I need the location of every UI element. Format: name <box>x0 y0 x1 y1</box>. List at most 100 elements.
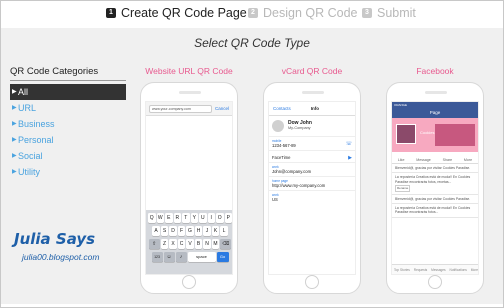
nav-title: Info <box>310 106 319 111</box>
category-personal[interactable]: ▶ Personal <box>10 132 126 148</box>
template-label-vcard[interactable]: vCard QR Code <box>257 66 367 76</box>
onscreen-keyboard: Q W E R T Y U I O P A S D F G H J K L ⇧ … <box>146 210 232 274</box>
feed-post: Bienvenid@, gracias por visitar Cookies … <box>392 164 478 174</box>
category-url[interactable]: ▶ URL <box>10 100 126 116</box>
numbers-key: 123 <box>151 252 163 262</box>
contact-header: Dow John My-Company <box>269 116 355 136</box>
key: P <box>224 213 232 223</box>
tab-requests: Requests <box>413 267 428 272</box>
message-icon: ☏ <box>345 141 352 147</box>
template-label-website-url[interactable]: Website URL QR Code <box>134 66 244 76</box>
step-number: 1 <box>106 8 116 18</box>
contact-field: FaceTime ▶ <box>269 150 355 162</box>
category-business[interactable]: ▶ Business <box>10 116 126 132</box>
phone-speaker <box>302 91 324 94</box>
key: L <box>220 226 228 236</box>
post-text: Bienvenid@, gracias por visitar Cookies … <box>395 196 471 201</box>
key: R <box>173 213 181 223</box>
arrow-icon: ▶ <box>12 153 17 159</box>
contact-nav-bar: Contacts Info <box>269 102 355 116</box>
post-text: Bienvenid@, gracias por visitar Cookies … <box>395 166 471 170</box>
home-button <box>305 275 319 289</box>
wizard-steps: 1 Create QR Code Page 2 Design QR Code 3… <box>0 6 504 26</box>
field-value: FaceTime <box>272 155 291 160</box>
facebook-template-card[interactable]: ORANGE Page Cookies Like Message Share M… <box>386 82 484 294</box>
key: Q <box>148 213 156 223</box>
key: I <box>207 213 215 223</box>
post-button: Rename <box>395 185 411 192</box>
backspace-icon: ⌫ <box>220 239 232 249</box>
website-url-template-card[interactable]: www.your-company.com Cancel Q W E R T Y … <box>140 82 238 294</box>
contact-field: home page http://www.my-company.com <box>269 176 355 190</box>
post-text: La repostería Creativa está de moda!! En… <box>395 206 471 215</box>
watermark-url: julia00.blogspot.com <box>22 252 100 262</box>
category-social[interactable]: ▶ Social <box>10 148 126 164</box>
key: U <box>199 213 207 223</box>
globe-icon: ☺ <box>163 252 175 262</box>
tab-messages: Messages <box>431 267 446 272</box>
field-value: John@company.com <box>272 169 312 174</box>
contact-company: My-Company <box>288 126 311 130</box>
contact-field: work US <box>269 190 355 204</box>
page-name: Cookies <box>420 130 435 135</box>
category-label: Social <box>18 151 43 161</box>
step-label: Create QR Code Page <box>121 6 247 20</box>
microphone-icon: ♪ <box>175 252 187 262</box>
phone-screen: www.your-company.com Cancel Q W E R T Y … <box>145 101 233 275</box>
step-design-qr-code[interactable]: 2 Design QR Code <box>248 6 358 20</box>
keyboard-row: ⇧ Z X C V B N M ⌫ <box>147 239 232 249</box>
arrow-icon: ▶ <box>12 137 17 143</box>
key: S <box>160 226 169 236</box>
key: M <box>211 239 220 249</box>
category-label: Business <box>18 119 55 129</box>
keyboard-row: 123 ☺ ♪ space Go <box>147 252 232 262</box>
field-value: US <box>272 197 278 202</box>
key: H <box>194 226 203 236</box>
step-label: Submit <box>377 6 416 20</box>
watermark-title: Julia Says <box>14 230 96 248</box>
feed-post: La repostería Creativa está de moda!! En… <box>392 173 478 195</box>
key: Y <box>190 213 198 223</box>
key: B <box>194 239 203 249</box>
step-number: 3 <box>362 8 372 18</box>
key: T <box>182 213 190 223</box>
facebook-tab-bar: Top Stories Requests Messages Notificati… <box>392 264 479 274</box>
category-utility[interactable]: ▶ Utility <box>10 164 126 180</box>
vcard-template-card[interactable]: Contacts Info Dow John My-Company mobile… <box>263 82 361 294</box>
step-number: 2 <box>248 8 258 18</box>
key: X <box>169 239 177 249</box>
more-action: More <box>463 158 473 162</box>
facebook-nav-bar: Page <box>392 108 478 118</box>
keyboard-row: A S D F G H J K L <box>147 226 232 236</box>
space-key: space <box>187 252 216 262</box>
like-action: Like <box>397 158 405 162</box>
step-submit[interactable]: 3 Submit <box>362 6 416 20</box>
step-create-qr-page[interactable]: 1 Create QR Code Page <box>106 6 247 20</box>
category-label: URL <box>18 103 37 113</box>
phone-screen: Contacts Info Dow John My-Company mobile… <box>268 101 356 275</box>
go-key: Go <box>216 252 229 262</box>
key: G <box>186 226 194 236</box>
profile-picture <box>396 124 416 144</box>
field-value: 1234-567-89 <box>272 143 296 148</box>
tab-notifications: Notifications <box>449 267 467 272</box>
cover-image <box>435 124 475 146</box>
arrow-icon: ▶ <box>12 105 17 111</box>
back-link: Contacts <box>273 106 291 111</box>
category-all[interactable]: ▶ All <box>10 84 126 100</box>
field-value: http://www.my-company.com <box>272 183 326 188</box>
category-sidebar: QR Code Categories ▶ All ▶ URL ▶ Business ▶… <box>10 66 126 180</box>
contact-field: work John@company.com <box>269 162 355 176</box>
feed-post: La repostería Creativa está de moda!! En… <box>392 204 478 218</box>
phone-screen: ORANGE Page Cookies Like Message Share M… <box>391 101 479 275</box>
template-label-facebook[interactable]: Facebook <box>380 66 490 76</box>
key: E <box>165 213 173 223</box>
key: K <box>211 226 220 236</box>
key: O <box>216 213 224 223</box>
step-label: Design QR Code <box>263 6 358 20</box>
home-button <box>428 275 442 289</box>
tab-more: More <box>470 267 479 272</box>
key: C <box>177 239 186 249</box>
arrow-icon: ▶ <box>12 169 17 175</box>
video-icon: ▶ <box>348 155 352 161</box>
